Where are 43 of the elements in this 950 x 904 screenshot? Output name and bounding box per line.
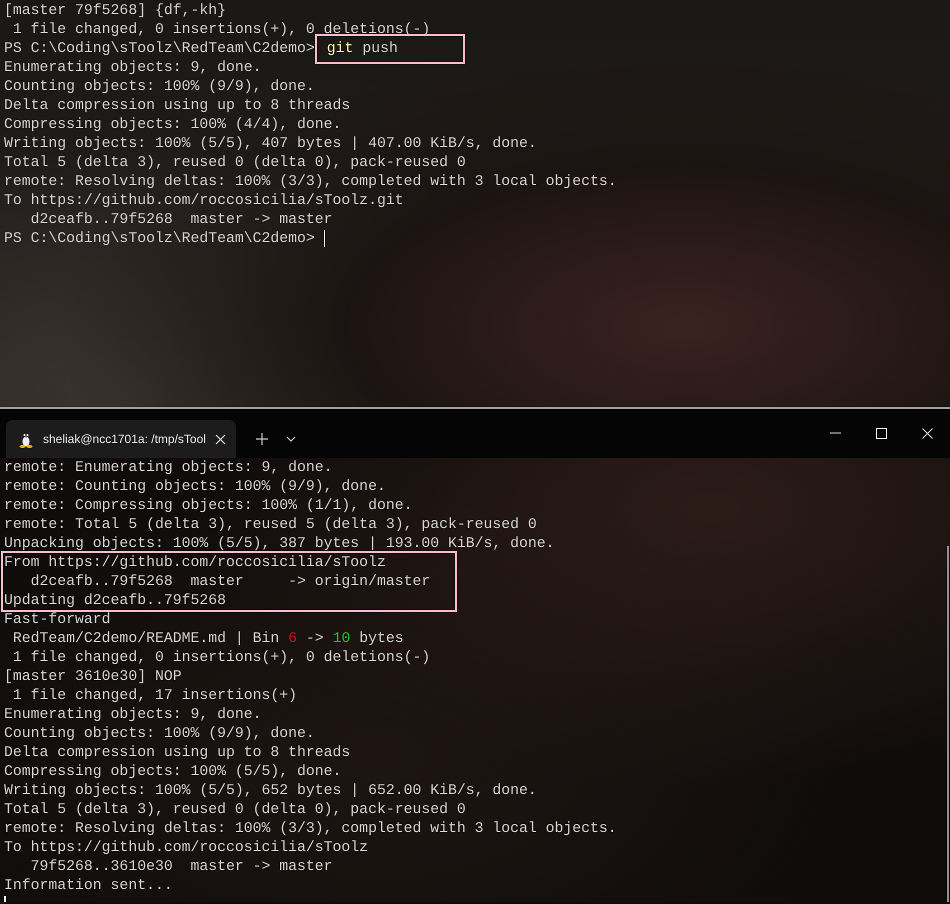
new-tab-icon[interactable]	[256, 433, 268, 445]
terminal-line: Enumerating objects: 9, done.	[4, 60, 262, 76]
terminal-tab[interactable]: sheliak@ncc1701a: /tmp/sTool	[6, 420, 236, 458]
prompt-text: PS C:\Coding\sToolz\RedTeam\C2demo>	[4, 40, 315, 56]
terminal-line: Delta compression using up to 8 threads	[4, 744, 350, 760]
terminal-line: Enumerating objects: 9, done.	[4, 706, 262, 722]
terminal-line: Writing objects: 100% (5/5), 407 bytes | 407.00 KiB/s, done.	[4, 136, 537, 152]
terminal-line: Compressing objects: 100% (5/5), done.	[4, 764, 342, 780]
terminal-line: From https://github.com/roccosicilia/sToolz	[4, 554, 386, 570]
terminal-line: remote: Compressing objects: 100% (1/1), done.	[4, 498, 412, 514]
terminal-line: Compressing objects: 100% (4/4), done.	[4, 116, 342, 132]
terminal-line: Information sent...	[4, 878, 173, 894]
terminal-line: Delta compression using up to 8 threads	[4, 98, 350, 114]
minimize-icon[interactable]	[830, 432, 840, 434]
close-tab-icon[interactable]	[214, 434, 226, 444]
command-text: git push	[314, 34, 465, 64]
terminal-line: Total 5 (delta 3), reused 0 (delta 0), pack-reused 0	[4, 802, 466, 818]
terminal-line: remote: Resolving deltas: 100% (3/3), completed with 3 local objects.	[4, 820, 617, 836]
chevron-down-icon[interactable]	[286, 436, 296, 442]
terminal-line: Writing objects: 100% (5/5), 652 bytes | 652.00 KiB/s, done.	[4, 782, 537, 798]
terminal-line: [master 79f5268] {df,-kh}	[4, 2, 226, 18]
close-window-icon[interactable]	[922, 428, 932, 438]
terminal-line: 1 file changed, 17 insertions(+)	[12, 688, 298, 704]
terminal-line: d2ceafb..79f5268 master -> master	[30, 212, 333, 228]
terminal-line: Counting objects: 100% (9/9), done.	[4, 78, 315, 94]
terminal-line: Total 5 (delta 3), reused 0 (delta 0), pack-reused 0	[4, 154, 466, 170]
terminal-line: Unpacking objects: 100% (5/5), 387 bytes | 193.00 KiB/s, done.	[4, 536, 555, 552]
terminal-line: remote: Resolving deltas: 100% (3/3), completed with 3 local objects.	[4, 174, 617, 190]
maximize-icon[interactable]	[876, 428, 886, 438]
terminal-line: Counting objects: 100% (9/9), done.	[4, 726, 315, 742]
terminal-line: 1 file changed, 0 insertions(+), 0 deletions(-)	[12, 650, 430, 666]
terminal-line: To https://github.com/roccosicilia/sToolz	[4, 840, 368, 856]
terminal-line: remote: Total 5 (delta 3), reused 5 (delta 3), pack-reused 0	[4, 516, 537, 532]
terminal-line: To https://github.com/roccosicilia/sToolz.git	[4, 192, 404, 208]
terminal-line: [master 3610e30] NOP	[4, 668, 182, 684]
terminal-line: remote: Counting objects: 100% (9/9), done.	[4, 478, 386, 494]
terminal-line: Updating d2ceafb..79f5268	[4, 592, 226, 608]
terminal-line: d2ceafb..79f5268 master -> origin/master	[30, 574, 430, 590]
terminal-line: RedTeam/C2demo/README.md | Bin 6 -> 10 bytes	[12, 630, 404, 646]
terminal-line: remote: Enumerating objects: 9, done.	[4, 460, 333, 476]
terminal-line: PS C:\Coding\sToolz\RedTeam\C2demo>	[4, 230, 316, 246]
terminal-line: 79f5268..3610e30 master -> master	[30, 858, 333, 874]
terminal-line: Fast-forward	[4, 612, 111, 628]
